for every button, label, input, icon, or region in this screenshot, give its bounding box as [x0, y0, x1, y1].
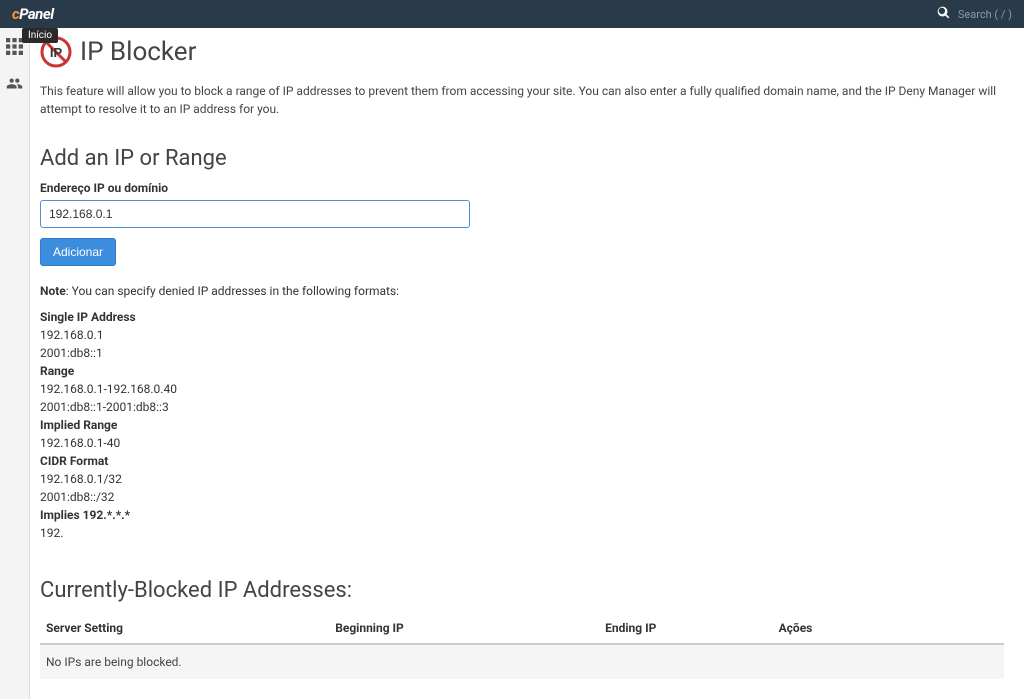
note-rest: : You can specify denied IP addresses in… [66, 284, 399, 298]
page-header: IP IP Blocker [40, 36, 1004, 68]
add-button[interactable]: Adicionar [40, 238, 116, 266]
add-section-heading: Add an IP or Range [40, 146, 1004, 171]
fmt-implies-title: Implies 192.*.*.* [40, 506, 1004, 524]
topbar: cPanel Search ( / ) [0, 0, 1024, 28]
col-actions: Ações [773, 613, 1004, 644]
blocked-heading: Currently-Blocked IP Addresses: [40, 578, 1004, 603]
logo[interactable]: cPanel [12, 5, 54, 23]
fmt-range-ex2: 2001:db8::1-2001:db8::3 [40, 398, 1004, 416]
fmt-cidr-ex1: 192.168.0.1/32 [40, 470, 1004, 488]
fmt-single-ex1: 192.168.0.1 [40, 326, 1004, 344]
page-description: This feature will allow you to block a r… [40, 82, 1004, 118]
grid-icon[interactable] [6, 38, 23, 59]
search-icon[interactable] [937, 6, 950, 23]
fmt-single-title: Single IP Address [40, 308, 1004, 326]
sidebar: Início [0, 28, 30, 699]
users-icon[interactable] [6, 75, 23, 96]
ip-input[interactable] [40, 200, 470, 228]
note-line: Note: You can specify denied IP addresse… [40, 284, 1004, 298]
search-area[interactable]: Search ( / ) [937, 6, 1012, 23]
fmt-cidr-title: CIDR Format [40, 452, 1004, 470]
fmt-range-ex1: 192.168.0.1-192.168.0.40 [40, 380, 1004, 398]
svg-text:IP: IP [50, 45, 63, 60]
empty-message: No IPs are being blocked. [40, 644, 1004, 679]
fmt-cidr-ex2: 2001:db8::/32 [40, 488, 1004, 506]
note-strong: Note [40, 284, 66, 298]
col-end: Ending IP [599, 613, 773, 644]
col-begin: Beginning IP [329, 613, 599, 644]
fmt-implied-ex1: 192.168.0.1-40 [40, 434, 1004, 452]
blocked-table: Server Setting Beginning IP Ending IP Aç… [40, 613, 1004, 679]
logo-rest: Panel [19, 5, 53, 23]
formats-block: Single IP Address 192.168.0.1 2001:db8::… [40, 308, 1004, 542]
ip-field-label: Endereço IP ou domínio [40, 181, 1004, 195]
table-row: No IPs are being blocked. [40, 644, 1004, 679]
fmt-implied-title: Implied Range [40, 416, 1004, 434]
col-server: Server Setting [40, 613, 329, 644]
fmt-single-ex2: 2001:db8::1 [40, 344, 1004, 362]
fmt-range-title: Range [40, 362, 1004, 380]
sidebar-tooltip: Início [22, 28, 58, 43]
main-content: IP IP Blocker This feature will allow yo… [30, 28, 1024, 699]
page-title: IP Blocker [80, 37, 196, 67]
fmt-implies-ex1: 192. [40, 524, 1004, 542]
search-placeholder: Search ( / ) [958, 8, 1012, 21]
